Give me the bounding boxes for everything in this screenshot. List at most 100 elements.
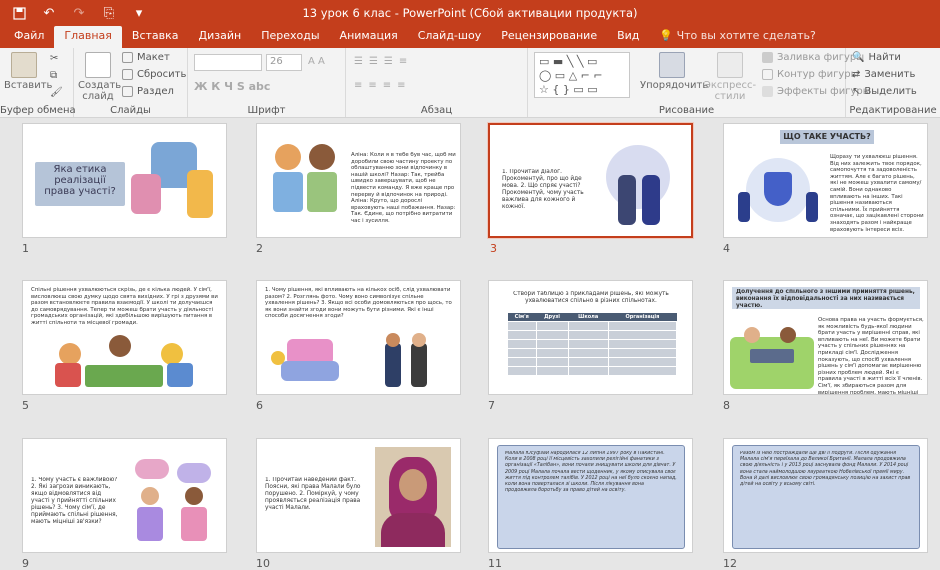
slide-5-text: Спільні рішення ухвалюються скрізь, де є… <box>31 287 219 327</box>
tab-insert[interactable]: Вставка <box>122 26 189 48</box>
team-puzzle-illustration <box>271 331 351 389</box>
ribbon: Вставить ✂ ⧉ 🖌 Буфер обмена Создать слай… <box>0 48 940 118</box>
slides-group: Создать слайд Макет Сбросить Раздел Слай… <box>74 48 188 117</box>
arrange-button[interactable]: Упорядочить <box>640 52 704 91</box>
layout-icon <box>122 52 133 63</box>
paste-button[interactable]: Вставить <box>4 52 44 91</box>
slide-number: 5 <box>22 399 29 412</box>
select-button[interactable]: ↖Выделить <box>852 86 917 97</box>
font-grow-icon[interactable]: A A <box>308 56 325 67</box>
examples-table: Сім'я Друзі Школа Організація <box>507 313 677 376</box>
reset-button[interactable]: Сбросить <box>122 69 186 80</box>
slide-thumbnail-9[interactable]: 1. Чому участь є важливою? 2. Які загроз… <box>22 438 227 553</box>
slide-thumbnail-3[interactable]: 1. Прочитай діалог. Прокоментуй, про що … <box>488 123 693 238</box>
slide-thumbnail-7[interactable]: Створи таблицю з прикладами рішень, які … <box>488 280 693 395</box>
quick-styles-button[interactable]: Экспресс-стили <box>698 52 762 102</box>
drawing-group: ▭ ▬ ╲ ╲ ▭ ◯ ▭ △ ⌐ ⌐ ☆ { } ▭ ▭ Упорядочит… <box>528 48 846 117</box>
align-icons[interactable]: ≡≡≡≡ <box>354 80 412 91</box>
cursor-icon: ↖ <box>852 86 860 97</box>
paste-icon <box>11 52 37 78</box>
slide-4-text: Щоразу ти ухвалюєш рішення. Від них зале… <box>830 154 924 233</box>
font-group: 26 A A Ж К Ч S abc Шрифт <box>188 48 346 117</box>
paint-bucket-icon <box>762 52 773 63</box>
effects-icon <box>762 86 773 97</box>
slide-thumbnail-6[interactable]: 1. Чому рішення, які впливають на кілько… <box>256 280 461 395</box>
pen-icon <box>762 69 773 80</box>
table-header: Школа <box>568 313 608 321</box>
slide-number: 2 <box>256 242 263 255</box>
tab-home[interactable]: Главная <box>54 26 122 48</box>
kids-game-illustration <box>49 329 199 391</box>
ribbon-tabs: Файл Главная Вставка Дизайн Переходы Ани… <box>0 26 940 48</box>
slide-9-text: 1. Чому участь є важливою? 2. Які загроз… <box>31 477 121 526</box>
slide-1-title: Яка етика реалізації права участі? <box>39 164 121 197</box>
format-painter-icon[interactable]: 🖌 <box>50 87 63 98</box>
table-header: Друзі <box>536 313 568 321</box>
shield-illustration <box>730 158 826 230</box>
tab-review[interactable]: Рецензирование <box>491 26 607 48</box>
slide-thumbnail-5[interactable]: Спільні рішення ухвалюються скрізь, де є… <box>22 280 227 395</box>
tab-transitions[interactable]: Переходы <box>251 26 329 48</box>
slide-10-text: 1. Прочитай наведений факт. Поясни, які … <box>265 477 371 512</box>
layout-button[interactable]: Макет <box>122 52 170 63</box>
find-button[interactable]: 🔍Найти <box>852 52 901 63</box>
slide-thumbnail-12[interactable]: Разом із нею постраждали ще дві її подру… <box>723 438 928 553</box>
puzzle-illustration <box>131 134 217 229</box>
high-five-illustration <box>602 135 688 231</box>
slide-6-text: 1. Чому рішення, які впливають на кілько… <box>265 287 455 320</box>
clipboard-group: Вставить ✂ ⧉ 🖌 Буфер обмена <box>0 48 74 117</box>
tab-animation[interactable]: Анимация <box>330 26 408 48</box>
slide-2-text: Аліна: Коли я в тебе був час, щоб ми дор… <box>351 152 456 225</box>
editing-group: 🔍Найти ⇄Заменить ↖Выделить Редактировани… <box>846 48 940 117</box>
slide-thumbnail-11[interactable]: Малала Юсуфзай народилася 12 липня 1997 … <box>488 438 693 553</box>
slide-thumbnail-10[interactable]: 1. Прочитай наведений факт. Поясни, які … <box>256 438 461 553</box>
section-icon <box>122 86 133 97</box>
tab-slideshow[interactable]: Слайд-шоу <box>408 26 491 48</box>
slide-thumbnail-4[interactable]: ЩО ТАКЕ УЧАСТЬ? Щоразу ти ухвалюєш рішен… <box>723 123 928 238</box>
search-icon: 🔍 <box>852 52 864 63</box>
people-plants-illustration <box>730 317 814 389</box>
section-button[interactable]: Раздел <box>122 86 174 97</box>
slide-thumbnail-2[interactable]: Аліна: Коли я в тебе був час, щоб ми дор… <box>256 123 461 238</box>
font-format-buttons[interactable]: Ж К Ч S abc <box>194 80 270 93</box>
tab-design[interactable]: Дизайн <box>189 26 252 48</box>
slide-number: 9 <box>22 557 29 570</box>
shape-outline-button[interactable]: Контур фигуры <box>762 69 859 80</box>
paragraph-group: ☰☰☰≡ ≡≡≡≡ Абзац <box>346 48 528 117</box>
slide-3-text: 1. Прочитай діалог. Прокоментуй, про що … <box>502 169 600 211</box>
slide-number: 7 <box>488 399 495 412</box>
slide-thumbnail-1[interactable]: Яка етика реалізації права участі? <box>22 123 227 238</box>
tab-file[interactable]: Файл <box>4 26 54 48</box>
cut-icon[interactable]: ✂ <box>50 53 58 64</box>
font-size-box[interactable]: 26 <box>266 54 302 71</box>
window-title: 13 урок 6 клас - PowerPoint (Сбой актива… <box>0 6 940 20</box>
lightbulb-icon: 💡 <box>659 29 676 42</box>
slide-8-text: Основа права на участь формується, як мо… <box>818 317 924 395</box>
quick-styles-icon <box>717 52 743 78</box>
list-icons[interactable]: ☰☰☰≡ <box>354 56 413 67</box>
slide-number: 3 <box>490 242 497 255</box>
reset-icon <box>122 69 133 80</box>
font-name-box[interactable] <box>194 54 262 71</box>
slide-4-title: ЩО ТАКЕ УЧАСТЬ? <box>780 132 874 141</box>
replace-icon: ⇄ <box>852 69 860 80</box>
slide-number: 4 <box>723 242 730 255</box>
replace-button[interactable]: ⇄Заменить <box>852 69 915 80</box>
kids-illustration <box>265 138 345 230</box>
chat-illustration <box>127 455 221 547</box>
slide-number: 8 <box>723 399 730 412</box>
tab-view[interactable]: Вид <box>607 26 649 48</box>
slide-number: 10 <box>256 557 270 570</box>
slide-7-text: Створи таблицю з прикладами рішень, які … <box>511 291 671 304</box>
slide-11-text: Малала Юсуфзай народилася 12 липня 1997 … <box>505 451 677 545</box>
copy-icon[interactable]: ⧉ <box>50 70 57 81</box>
new-slide-icon <box>85 52 111 78</box>
slide-number: 6 <box>256 399 263 412</box>
shapes-gallery[interactable]: ▭ ▬ ╲ ╲ ▭ ◯ ▭ △ ⌐ ⌐ ☆ { } ▭ ▭ <box>534 52 630 98</box>
slide-thumbnail-8[interactable]: Долучення до спільного з іншими прийнятт… <box>723 280 928 395</box>
slide-12-text: Разом із нею постраждали ще дві її подру… <box>740 451 912 545</box>
new-slide-button[interactable]: Создать слайд <box>78 52 118 102</box>
tell-me-box[interactable]: 💡 Что вы хотите сделать? <box>649 26 825 48</box>
title-bar: ↶ ↷ ⎘ ▾ 13 урок 6 клас - PowerPoint (Сбо… <box>0 0 940 26</box>
table-header: Сім'я <box>508 313 537 321</box>
